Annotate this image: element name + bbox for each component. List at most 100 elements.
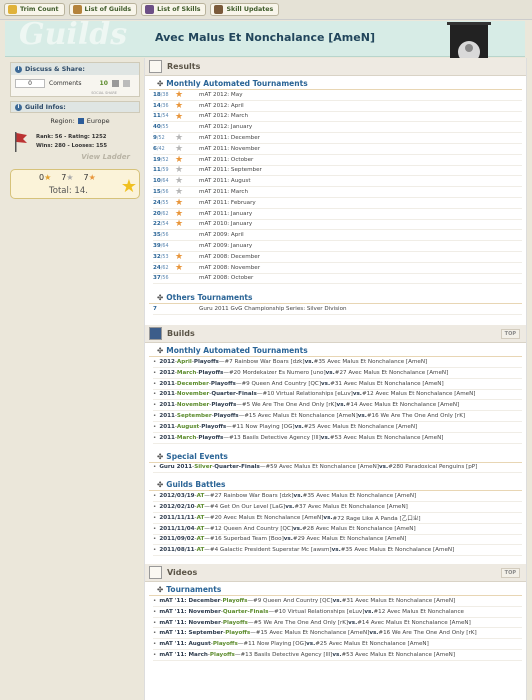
match-team-a[interactable]: #10 Virtual Relationships [eLuv]	[262, 391, 352, 397]
match-row[interactable]: • 2011 - September - Playoffs — #15 Avec …	[153, 411, 522, 422]
tournament-name[interactable]: mAT 2012: January	[199, 124, 252, 130]
result-row[interactable]: 24/55 ★ mAT 2011: February	[153, 198, 522, 209]
video-stage[interactable]: Playoffs	[225, 630, 250, 636]
video-stage[interactable]: Playoffs	[223, 620, 248, 626]
match-team-b[interactable]: #14 Avec Malus Et Nonchalance [AmeN]	[346, 402, 460, 408]
tournament-name[interactable]: mAT 2011: August	[199, 178, 251, 184]
match-team-a[interactable]: #11 Now Playing [OG]	[232, 424, 295, 430]
battle-row[interactable]: • 2011/08/11 - AT — #4 Galactic President…	[153, 545, 522, 557]
match-month[interactable]: September	[177, 413, 212, 419]
result-row[interactable]: 9/52 ★ mAT 2011: December	[153, 133, 522, 144]
match-team-a[interactable]: #10 Virtual Relationships [eLuv]	[274, 609, 364, 615]
video-row[interactable]: • mAT '11: December - Playoffs — #9 Queen…	[153, 596, 522, 607]
match-month[interactable]: March	[177, 370, 196, 376]
result-row[interactable]: 11/59 ★ mAT 2011: September	[153, 165, 522, 177]
comments-count[interactable]: 0	[15, 78, 45, 88]
video-stage[interactable]: Quarter-Finals	[223, 609, 269, 615]
tournament-name[interactable]: mAT 2011: September	[199, 167, 262, 173]
tournament-name[interactable]: mAT 2011: October	[199, 157, 253, 163]
match-team-b[interactable]: #72 Rage Like A Panda [乙口ㄓ]	[333, 514, 421, 522]
match-team-a[interactable]: #20 Mordekaizer Es Numero [uno]	[229, 370, 326, 376]
match-team-a[interactable]: #27 Rainbow War Boars [dzk]	[210, 493, 294, 499]
tournament-name[interactable]: mAT 2009: April	[199, 232, 244, 238]
match-team-b[interactable]: #25 Avec Malus Et Nonchalance [AmeN]	[304, 424, 418, 430]
tournament-name[interactable]: mAT 2008: November	[199, 265, 260, 271]
match-team-a[interactable]: #5 We Are The One And Only [rK]	[242, 402, 337, 408]
result-row[interactable]: 15/56 ★ mAT 2011: March	[153, 187, 522, 198]
video-row[interactable]: • mAT '11: November - Playoffs — #5 We Ar…	[153, 618, 522, 629]
result-row[interactable]: 11/54 ★ mAT 2012: March	[153, 112, 522, 123]
match-row[interactable]: • 2011 - December - Playoffs — #9 Queen A…	[153, 379, 522, 390]
tournament-name[interactable]: mAT 2010: January	[199, 221, 252, 227]
video-row[interactable]: • mAT '11: August - Playoffs — #11 Now Pl…	[153, 639, 522, 651]
social-share-label[interactable]: SOCIAL SHARE	[11, 91, 139, 96]
match-month[interactable]: March	[177, 435, 196, 441]
match-row[interactable]: • 2012 - April - Playoffs — #7 Rainbow Wa…	[153, 357, 522, 368]
match-team-b[interactable]: #14 Avec Malus Et Nonchalance [AmeN]	[357, 620, 471, 626]
match-team-a[interactable]: #13 Basils Detective Agency [lll]	[229, 435, 321, 441]
result-row[interactable]: 39/64 mAT 2009: January	[153, 241, 522, 252]
match-row[interactable]: • 2011 - March - Playoffs — #13 Basils De…	[153, 433, 522, 444]
match-row[interactable]: • Guru 2011 - Silver - Quarter-Finals — #…	[153, 463, 522, 474]
match-team-a[interactable]: #15 Avec Malus Et Nonchalance [AmeN]	[244, 413, 358, 419]
match-team-b[interactable]: #16 We Are The One And Only [rK]	[367, 413, 465, 419]
result-row[interactable]: 18/38 ★ mAT 2012: May	[153, 90, 522, 101]
tournament-name[interactable]: mAT 2011: January	[199, 211, 252, 217]
match-month[interactable]: December	[177, 381, 209, 387]
match-team-b[interactable]: #12 Avec Malus Et Nonchalance	[374, 609, 464, 615]
match-team-a[interactable]: #16 Superbad Team [Boo]	[210, 536, 284, 542]
match-month[interactable]: April	[177, 359, 192, 365]
tournament-name[interactable]: mAT 2009: January	[199, 243, 252, 249]
skill-updates-button[interactable]: Skill Updates	[210, 3, 280, 16]
match-month[interactable]: November	[177, 391, 209, 397]
builds-top-button[interactable]: TOP	[500, 329, 520, 340]
tournament-name[interactable]: mAT 2011: November	[199, 146, 260, 152]
tournament-name[interactable]: mAT 2012: April	[199, 103, 244, 109]
match-team-b[interactable]: #25 Avec Malus Et Nonchalance [AmeN]	[315, 641, 429, 647]
match-team-a[interactable]: #12 Queen And Country [QC]	[210, 526, 293, 532]
match-row[interactable]: • 2011 - August - Playoffs — #11 Now Play…	[153, 422, 522, 433]
match-team-a[interactable]: #4 Get On Our Level [LaG]	[210, 504, 285, 510]
result-row[interactable]: 40/55 mAT 2012: January	[153, 122, 522, 134]
result-row[interactable]: 19/52 ★ mAT 2011: October	[153, 155, 522, 166]
match-team-b[interactable]: #16 We Are The One And Only [rK]	[378, 630, 476, 636]
match-row[interactable]: • 2011 - November - Quarter-Finals — #10 …	[153, 390, 522, 401]
match-team-b[interactable]: #31 Avec Malus Et Nonchalance [AmeN]	[342, 598, 456, 604]
match-team-a[interactable]: #5 We Are The One And Only [rK]	[253, 620, 348, 626]
battle-row[interactable]: • 2012/02/10 - AT — #4 Get On Our Level […	[153, 502, 522, 513]
match-team-b[interactable]: #27 Avec Malus Et Nonchalance [AmeN]	[335, 370, 449, 376]
view-ladder-link[interactable]: View Ladder	[81, 153, 130, 161]
match-row[interactable]: • 2012 - March - Playoffs — #20 Mordekaiz…	[153, 368, 522, 379]
match-team-a[interactable]: #9 Queen And Country [QC]	[241, 381, 321, 387]
tournament-name[interactable]: mAT 2011: February	[199, 200, 256, 206]
match-team-b[interactable]: #280 Paradoxical Penguins [pP]	[388, 464, 477, 470]
match-team-a[interactable]: #7 Rainbow War Boars [dzk]	[224, 359, 304, 365]
vote-up-icon[interactable]	[111, 79, 119, 87]
list-of-skills-button[interactable]: List of Skills	[141, 3, 207, 16]
result-row[interactable]: 24/62 ★ mAT 2008: November	[153, 263, 522, 274]
battle-row[interactable]: • 2011/09/02 - AT — #16 Superbad Team [Bo…	[153, 535, 522, 546]
tournament-name[interactable]: mAT 2008: December	[199, 254, 260, 260]
videos-top-button[interactable]: TOP	[500, 568, 520, 579]
battle-row[interactable]: • 2011/11/04 - AT — #12 Queen And Country…	[153, 524, 522, 535]
match-month[interactable]: Silver	[194, 464, 212, 470]
match-team-b[interactable]: #35 Avec Malus Et Nonchalance [AmeN]	[314, 359, 428, 365]
result-row[interactable]: 22/54 ★ mAT 2010: January	[153, 219, 522, 231]
battle-row[interactable]: • 2012/03/19 - AT — #27 Rainbow War Boars…	[153, 491, 522, 503]
result-row[interactable]: 6/42 ★ mAT 2011: November	[153, 144, 522, 155]
match-team-a[interactable]: #15 Avec Malus Et Nonchalance [AmeN]	[256, 630, 370, 636]
tournament-name[interactable]: mAT 2012: March	[199, 113, 248, 119]
comments-label[interactable]: Comments	[49, 80, 82, 87]
tournament-name[interactable]: mAT 2008: October	[199, 275, 253, 281]
video-stage[interactable]: Playoffs	[222, 598, 247, 604]
other-tournament-row[interactable]: 7 Guru 2011 GvG Championship Series: Silv…	[153, 304, 522, 316]
match-team-a[interactable]: #20 Avec Malus Et Nonchalance [AmeN]	[210, 515, 324, 521]
result-row[interactable]: 20/62 ★ mAT 2011: January	[153, 209, 522, 220]
result-row[interactable]: 32/53 ★ mAT 2008: December	[153, 252, 522, 263]
tournament-name[interactable]: Guru 2011 GvG Championship Series: Silve…	[199, 306, 347, 312]
tournament-name[interactable]: mAT 2012: May	[199, 92, 243, 98]
match-team-b[interactable]: #35 Avec Malus Et Nonchalance [AmeN]	[341, 547, 455, 553]
match-team-b[interactable]: #35 Avec Malus Et Nonchalance [AmeN]	[303, 493, 417, 499]
video-row[interactable]: • mAT '11: November - Quarter-Finals — #1…	[153, 607, 522, 618]
result-row[interactable]: 14/36 ★ mAT 2012: April	[153, 101, 522, 112]
